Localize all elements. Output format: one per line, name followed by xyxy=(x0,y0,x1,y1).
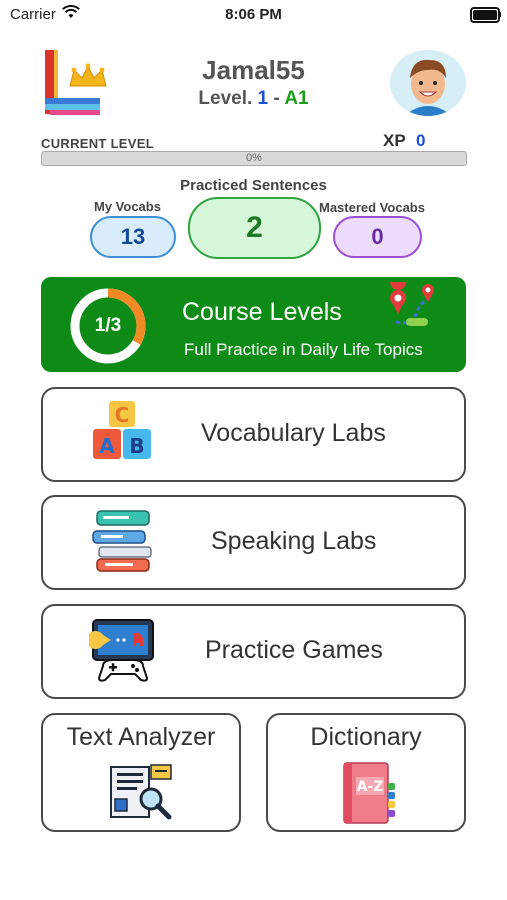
text-analyzer-label: Text Analyzer xyxy=(66,723,216,751)
xp-value: 0 xyxy=(416,131,426,150)
status-bar: Carrier 8:06 PM xyxy=(0,0,507,28)
level-cefr: A1 xyxy=(284,88,309,109)
xp-label: XP xyxy=(383,131,406,150)
course-levels-title: Course Levels xyxy=(182,298,342,326)
map-route-icon xyxy=(390,282,434,326)
practice-games-label: Practice Games xyxy=(205,636,383,664)
speaking-labs-label: Speaking Labs xyxy=(211,527,377,555)
mastered-vocabs-button[interactable]: 0 xyxy=(333,216,422,258)
battery-tip xyxy=(499,12,501,17)
dictionary-label: Dictionary xyxy=(310,723,422,751)
course-levels-subtitle: Full Practice in Daily Life Topics xyxy=(184,340,423,359)
svg-text:C: C xyxy=(115,403,130,427)
svg-text:B: B xyxy=(129,434,144,458)
level-progress-percent: 0% xyxy=(246,152,262,164)
my-vocabs-button[interactable]: 13 xyxy=(90,216,176,258)
svg-text:A-Z: A-Z xyxy=(357,779,384,795)
document-magnifier-icon xyxy=(110,764,172,820)
text-analyzer-button[interactable]: Text Analyzer xyxy=(41,713,241,832)
current-level-label: CURRENT LEVEL xyxy=(41,136,154,151)
course-progress-text: 1/3 xyxy=(94,315,122,336)
svg-text:A: A xyxy=(99,434,115,458)
avatar[interactable] xyxy=(390,50,466,116)
practiced-sentences-label: Practiced Sentences xyxy=(180,177,327,194)
vocabulary-labs-button[interactable]: C A B Vocabulary Labs xyxy=(41,387,466,482)
dictionary-button[interactable]: Dictionary A-Z xyxy=(266,713,466,832)
clock: 8:06 PM xyxy=(225,6,282,23)
abc-blocks-icon: C A B xyxy=(93,401,151,459)
game-screen-icon xyxy=(89,619,154,682)
practice-games-button[interactable]: Practice Games xyxy=(41,604,466,699)
level-prefix: Level. xyxy=(198,88,253,109)
chat-bubbles-icon xyxy=(92,510,152,572)
my-vocabs-label: My Vocabs xyxy=(94,199,161,214)
speaking-labs-button[interactable]: Speaking Labs xyxy=(41,495,466,590)
battery-icon xyxy=(470,7,500,23)
az-book-icon: A-Z xyxy=(343,762,395,824)
vocabulary-labs-label: Vocabulary Labs xyxy=(201,419,386,447)
mastered-vocabs-label: Mastered Vocabs xyxy=(319,200,425,215)
practiced-sentences-button[interactable]: 2 xyxy=(188,197,321,259)
level-progress-bar: 0% xyxy=(41,151,467,166)
level-number: 1 xyxy=(257,88,269,109)
level-separator: - xyxy=(273,88,280,109)
